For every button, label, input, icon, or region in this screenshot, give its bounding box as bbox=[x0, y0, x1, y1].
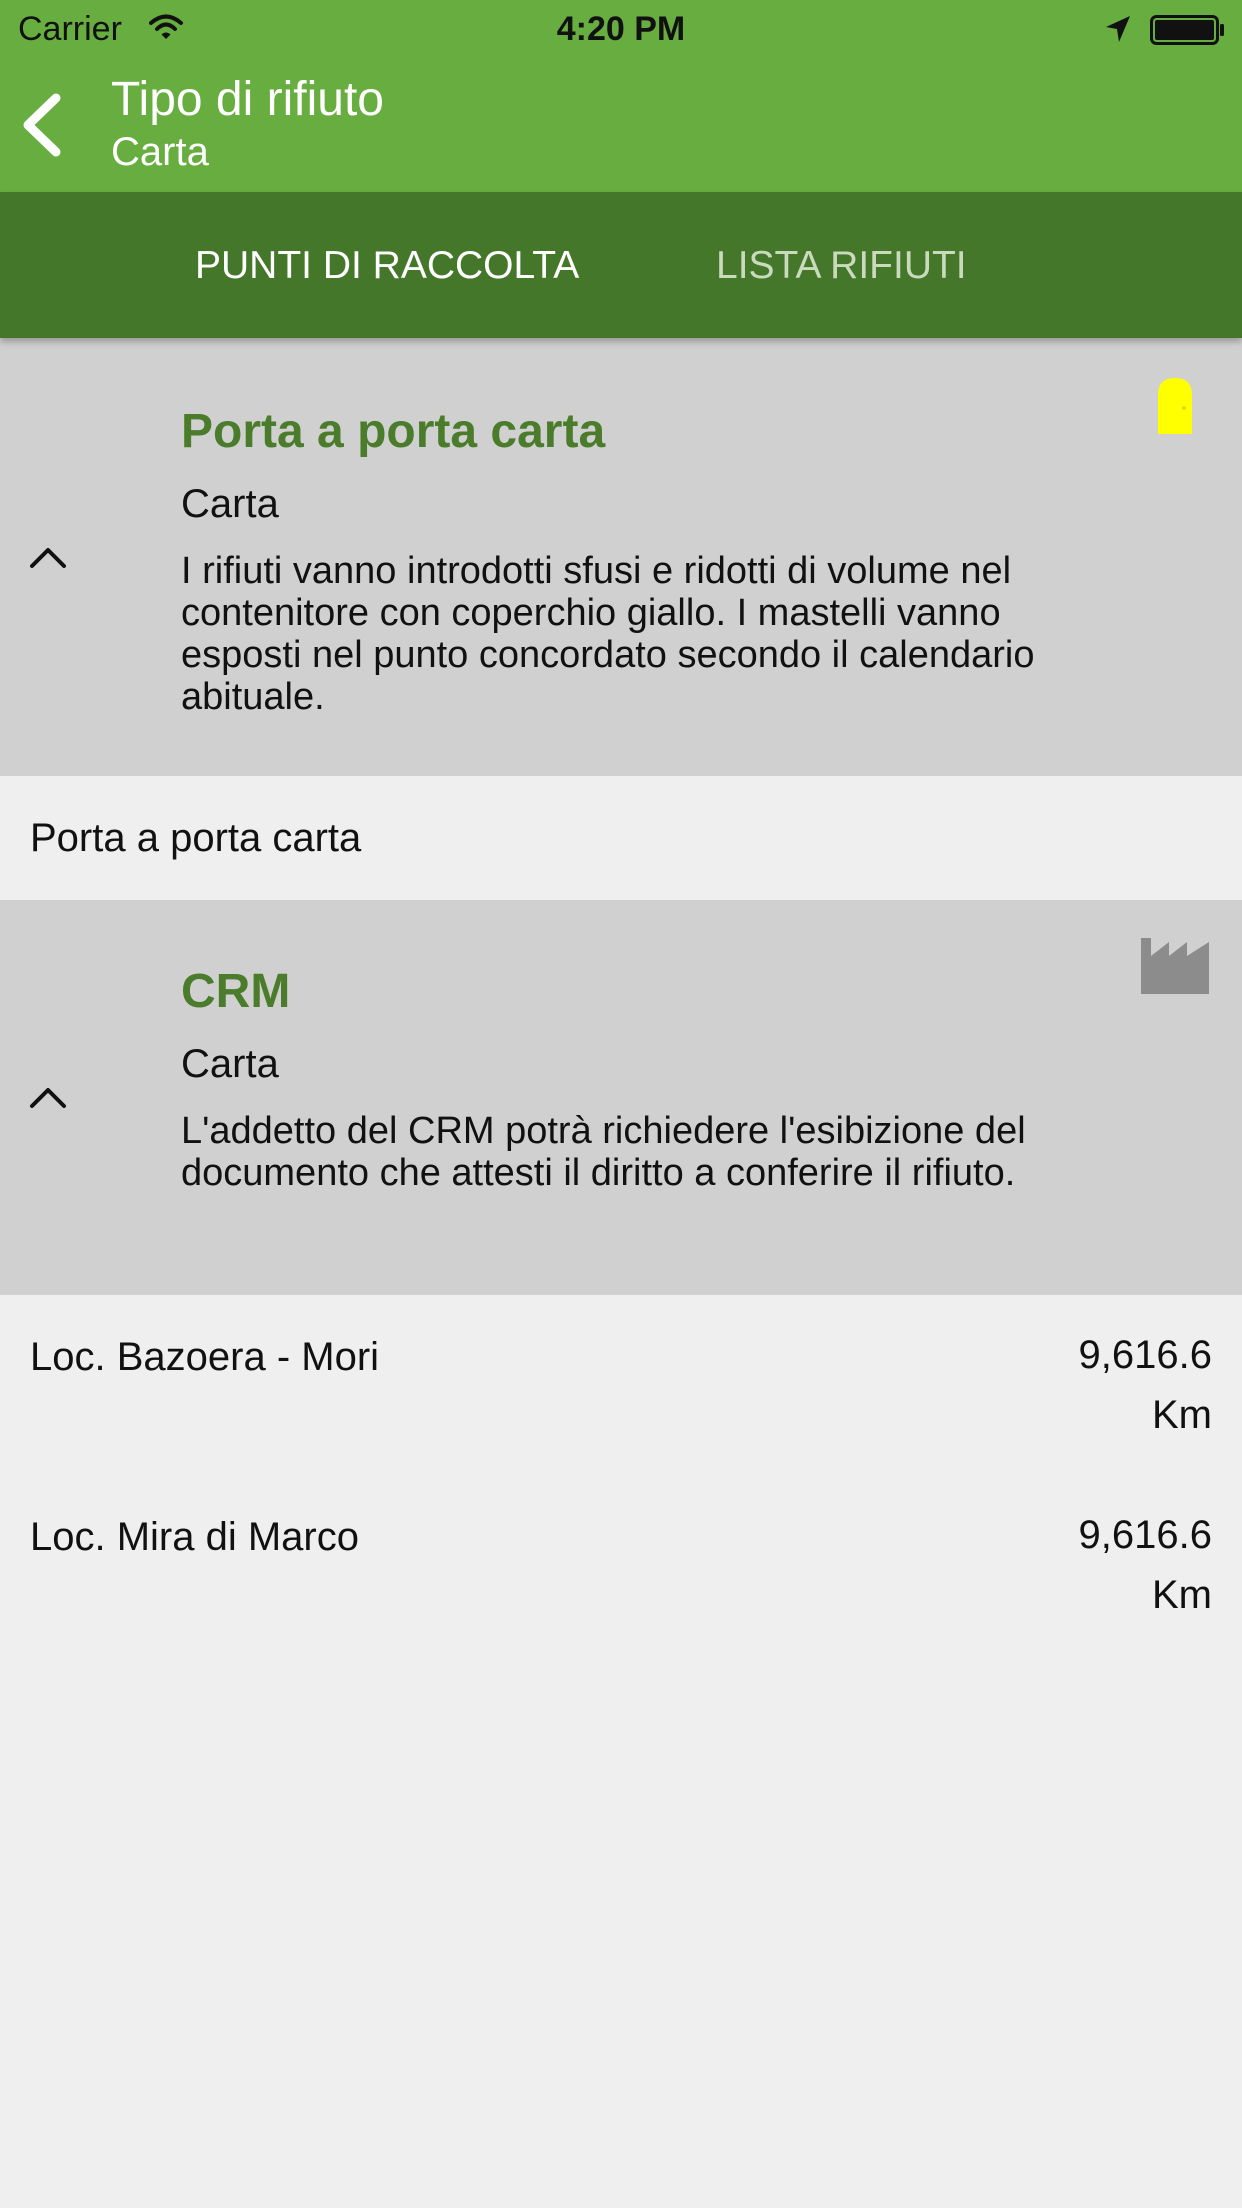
list-item-label: Loc. Mira di Marco bbox=[30, 1515, 359, 1559]
top-header: Carrier 4:20 PM Tipo di rifiuto Carta bbox=[0, 0, 1242, 192]
chevron-up-icon[interactable] bbox=[28, 1084, 68, 1110]
nav-subtitle: Carta bbox=[111, 130, 209, 174]
status-time: 4:20 PM bbox=[556, 10, 686, 48]
section-title: Porta a porta carta bbox=[181, 405, 606, 458]
chevron-up-icon[interactable] bbox=[28, 544, 68, 570]
section-description: L'addetto del CRM potrà richiedere l'esi… bbox=[181, 1110, 1026, 1194]
tab-lista-rifiuti[interactable]: LISTA RIFIUTI bbox=[716, 244, 967, 288]
tab-punti-di-raccolta[interactable]: PUNTI DI RACCOLTA bbox=[195, 244, 579, 288]
section-title: CRM bbox=[181, 965, 291, 1018]
list-item[interactable]: Loc. Bazoera - Mori 9,616.6 Km bbox=[0, 1295, 1242, 1475]
section-subtitle: Carta bbox=[181, 1042, 279, 1086]
section-subtitle: Carta bbox=[181, 482, 279, 526]
location-arrow-icon bbox=[1106, 16, 1130, 42]
list-item-label: Loc. Bazoera - Mori bbox=[30, 1335, 380, 1379]
list-item-distance: 9,616.6 Km bbox=[1078, 1513, 1212, 1617]
collection-point-header[interactable]: Porta a porta carta Carta I rifiuti vann… bbox=[0, 338, 1242, 776]
list-item-label: Porta a porta carta bbox=[30, 816, 362, 860]
status-bar: Carrier 4:20 PM bbox=[0, 0, 1242, 60]
tab-bar: PUNTI DI RACCOLTA LISTA RIFIUTI bbox=[0, 192, 1242, 338]
list-item[interactable]: Loc. Mira di Marco 9,616.6 Km bbox=[0, 1475, 1242, 1655]
section-description: I rifiuti vanno introdotti sfusi e ridot… bbox=[181, 550, 1035, 718]
battery-icon bbox=[1150, 15, 1224, 45]
list-item-distance: 9,616.6 Km bbox=[1078, 1333, 1212, 1437]
door-icon bbox=[1158, 378, 1192, 434]
list-item[interactable]: Porta a porta carta bbox=[0, 776, 1242, 900]
collection-point-header[interactable]: CRM Carta L'addetto del CRM potrà richie… bbox=[0, 900, 1242, 1295]
factory-icon bbox=[1141, 938, 1209, 994]
back-chevron-icon[interactable] bbox=[14, 90, 70, 160]
nav-title: Tipo di rifiuto bbox=[111, 73, 384, 126]
